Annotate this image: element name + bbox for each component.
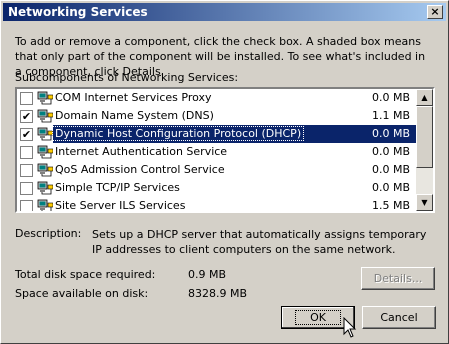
network-component-icon: [37, 181, 53, 195]
component-name: Domain Name System (DNS): [55, 109, 214, 122]
component-size: 0.0 MB: [371, 181, 410, 194]
network-component-icon: [37, 109, 53, 123]
list-item[interactable]: COM Internet Services Proxy 0.0 MB: [17, 89, 416, 107]
list-item[interactable]: Internet Authentication Service 0.0 MB: [17, 143, 416, 161]
component-size: 1.5 MB: [371, 199, 410, 212]
description-label: Description:: [15, 227, 82, 240]
component-checkbox[interactable]: ✔: [20, 128, 33, 141]
disk-required-value: 0.9 MB: [188, 268, 227, 281]
component-checkbox[interactable]: [20, 146, 33, 159]
component-name: Dynamic Host Configuration Protocol (DHC…: [51, 126, 305, 141]
scroll-down-button[interactable]: ▼: [416, 194, 433, 211]
component-size: 0.0 MB: [371, 145, 410, 158]
list-item[interactable]: Site Server ILS Services 1.5 MB: [17, 197, 416, 212]
close-button[interactable]: ×: [427, 5, 443, 19]
vertical-scrollbar[interactable]: ▲ ▼: [416, 89, 433, 211]
component-checkbox[interactable]: ✔: [20, 110, 33, 123]
mouse-cursor-icon: [343, 317, 357, 338]
component-size: 0.0 MB: [371, 91, 410, 104]
subcomponents-label: Subcomponents of Networking Services:: [15, 71, 239, 84]
network-component-icon: [37, 145, 53, 159]
list-item[interactable]: ✔ Dynamic Host Configuration Protocol (DH…: [17, 125, 416, 143]
component-checkbox[interactable]: [20, 200, 33, 211]
component-checkbox[interactable]: [20, 182, 33, 195]
scroll-thumb[interactable]: [416, 106, 433, 168]
network-component-icon: [37, 127, 53, 141]
component-size: 1.1 MB: [371, 109, 410, 122]
networking-services-dialog: Networking Services × To add or remove a…: [0, 0, 449, 344]
component-name: COM Internet Services Proxy: [55, 91, 212, 104]
subcomponents-list[interactable]: COM Internet Services Proxy 0.0 MB ✔ Domain…: [15, 87, 435, 213]
component-size: 0.0 MB: [371, 163, 410, 176]
component-name: Simple TCP/IP Services: [55, 181, 180, 194]
component-name: Internet Authentication Service: [55, 145, 228, 158]
component-name: Site Server ILS Services: [55, 199, 186, 212]
component-size: 0.0 MB: [371, 127, 410, 140]
network-component-icon: [37, 199, 53, 211]
details-button[interactable]: Details...: [361, 267, 435, 290]
component-checkbox[interactable]: [20, 92, 33, 105]
disk-available-value: 8328.9 MB: [188, 287, 248, 300]
window-title: Networking Services: [8, 5, 148, 19]
list-item[interactable]: Simple TCP/IP Services 0.0 MB: [17, 179, 416, 197]
list-item[interactable]: QoS Admission Control Service 0.0 MB: [17, 161, 416, 179]
network-component-icon: [37, 91, 53, 105]
cancel-button[interactable]: Cancel: [362, 306, 436, 329]
disk-available-label: Space available on disk:: [15, 287, 149, 300]
scroll-up-button[interactable]: ▲: [416, 89, 433, 106]
component-name: QoS Admission Control Service: [55, 163, 225, 176]
title-bar[interactable]: Networking Services ×: [3, 3, 446, 21]
ok-label: OK: [295, 310, 341, 325]
network-component-icon: [37, 163, 53, 177]
component-checkbox[interactable]: [20, 164, 33, 177]
description-text: Sets up a DHCP server that automatically…: [92, 228, 427, 256]
list-item[interactable]: ✔ Domain Name System (DNS) 1.1 MB: [17, 107, 416, 125]
disk-required-label: Total disk space required:: [15, 268, 156, 281]
